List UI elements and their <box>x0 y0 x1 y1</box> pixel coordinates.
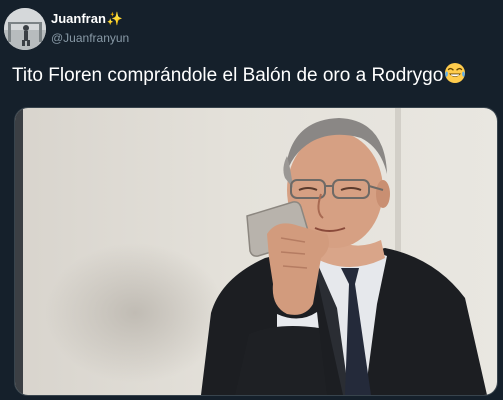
tweet-photo[interactable] <box>14 107 498 396</box>
tweet-text-content: Tito Floren comprándole el Balón de oro … <box>12 65 444 86</box>
tweet-text: Tito Floren comprándole el Balón de oro … <box>12 62 497 91</box>
author-display-name[interactable]: Juanfran <box>51 12 106 25</box>
author-handle[interactable]: @Juanfranyun <box>51 32 129 44</box>
avatar-image <box>4 8 46 50</box>
face-with-tears-of-joy-icon <box>444 62 466 91</box>
sparkles-icon: ✨ <box>106 11 124 26</box>
tweet-author[interactable]: Juanfran ✨ @Juanfranyun <box>51 11 129 44</box>
tweet-card[interactable]: Juanfran ✨ @Juanfranyun Tito Floren comp… <box>0 0 503 400</box>
photo-image <box>15 108 497 395</box>
author-name-row[interactable]: Juanfran ✨ <box>51 12 123 25</box>
avatar[interactable] <box>4 8 46 50</box>
